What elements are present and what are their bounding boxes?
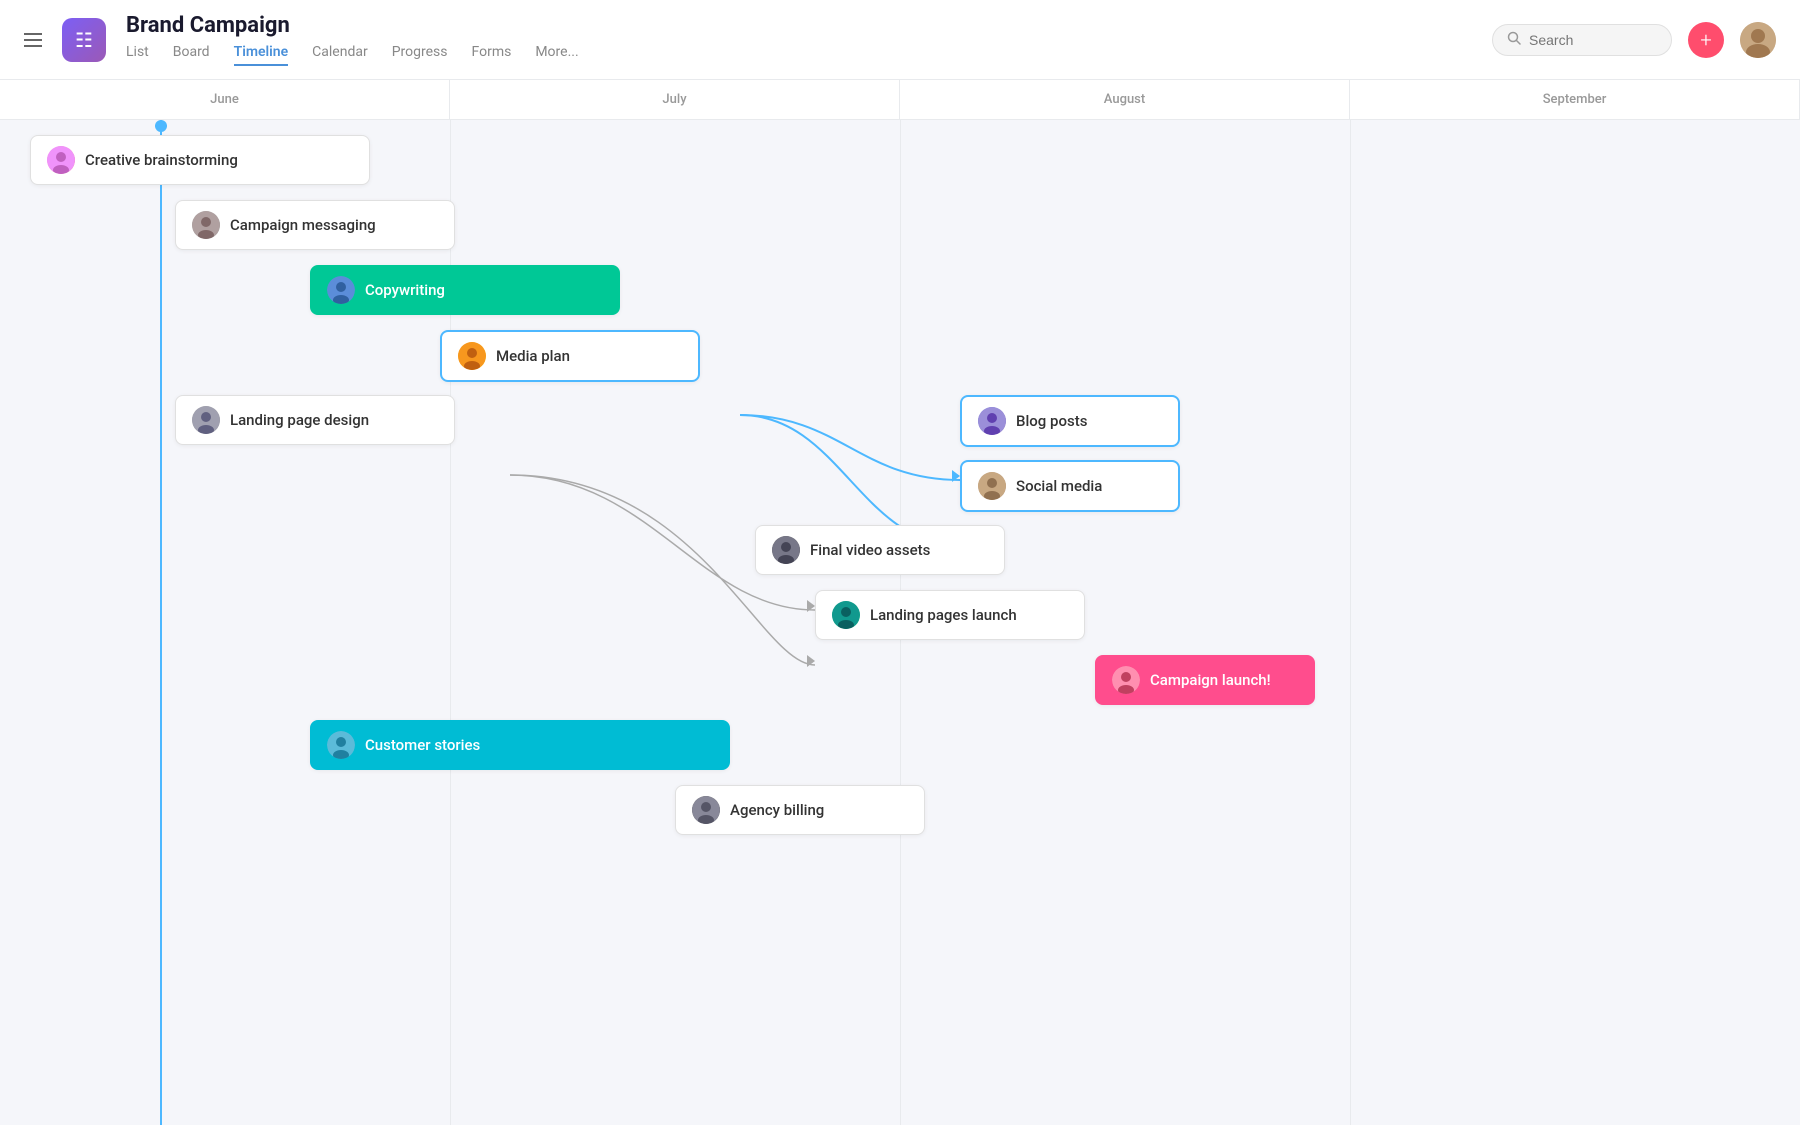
task-campaign-launch[interactable]: Campaign launch!: [1095, 655, 1315, 705]
task-label-landing-pages-launch: Landing pages launch: [870, 606, 1017, 624]
avatar-copywriting: [327, 276, 355, 304]
avatar-landing-pages-launch: [832, 601, 860, 629]
avatar-creative-brainstorming: [47, 146, 75, 174]
task-copywriting[interactable]: Copywriting: [310, 265, 620, 315]
task-campaign-messaging[interactable]: Campaign messaging: [175, 200, 455, 250]
app-icon-symbol: ☷: [75, 28, 93, 52]
task-label-landing-page-design: Landing page design: [230, 411, 369, 429]
tab-calendar[interactable]: Calendar: [312, 44, 368, 66]
tab-forms[interactable]: Forms: [472, 44, 512, 66]
timeline-area: June July August September: [0, 80, 1800, 1125]
month-june: June: [0, 80, 450, 119]
month-august: August: [900, 80, 1350, 119]
avatar-campaign-messaging: [192, 211, 220, 239]
add-button[interactable]: +: [1688, 22, 1724, 58]
task-label-customer-stories: Customer stories: [365, 736, 480, 754]
task-social-media[interactable]: Social media: [960, 460, 1180, 512]
task-label-agency-billing: Agency billing: [730, 801, 824, 819]
avatar-social-media: [978, 472, 1006, 500]
tab-timeline[interactable]: Timeline: [234, 44, 289, 66]
task-final-video-assets[interactable]: Final video assets: [755, 525, 1005, 575]
tab-list[interactable]: List: [126, 44, 149, 66]
avatar-landing-page-design: [192, 406, 220, 434]
month-headers: June July August September: [0, 80, 1800, 120]
task-media-plan[interactable]: Media plan: [440, 330, 700, 382]
nav-tabs: List Board Timeline Calendar Progress Fo…: [126, 44, 1472, 66]
avatar-blog-posts: [978, 407, 1006, 435]
timeline-bar: [160, 120, 162, 1125]
task-label-creative-brainstorming: Creative brainstorming: [85, 151, 238, 169]
task-landing-pages-launch[interactable]: Landing pages launch: [815, 590, 1085, 640]
tab-progress[interactable]: Progress: [392, 44, 448, 66]
month-september: September: [1350, 80, 1800, 119]
user-avatar[interactable]: [1740, 22, 1776, 58]
avatar-agency-billing: [692, 796, 720, 824]
search-input[interactable]: [1529, 32, 1649, 48]
search-icon: [1507, 31, 1521, 49]
task-label-campaign-launch: Campaign launch!: [1150, 671, 1271, 689]
avatar-final-video-assets: [772, 536, 800, 564]
tab-board[interactable]: Board: [173, 44, 210, 66]
task-label-final-video-assets: Final video assets: [810, 541, 930, 559]
app-icon: ☷: [62, 18, 106, 62]
avatar-customer-stories: [327, 731, 355, 759]
project-title: Brand Campaign: [126, 13, 1472, 38]
task-agency-billing[interactable]: Agency billing: [675, 785, 925, 835]
task-customer-stories[interactable]: Customer stories: [310, 720, 730, 770]
header-right: +: [1492, 22, 1776, 58]
task-label-media-plan: Media plan: [496, 347, 570, 365]
avatar-media-plan: [458, 342, 486, 370]
month-july: July: [450, 80, 900, 119]
search-bar[interactable]: [1492, 24, 1672, 56]
header: ☷ Brand Campaign List Board Timeline Cal…: [0, 0, 1800, 80]
title-nav: Brand Campaign List Board Timeline Calen…: [126, 13, 1472, 66]
task-blog-posts[interactable]: Blog posts: [960, 395, 1180, 447]
hamburger-menu[interactable]: [24, 33, 42, 47]
task-label-copywriting: Copywriting: [365, 281, 445, 299]
avatar-campaign-launch: [1112, 666, 1140, 694]
task-label-blog-posts: Blog posts: [1016, 412, 1087, 430]
task-landing-page-design[interactable]: Landing page design: [175, 395, 455, 445]
task-label-social-media: Social media: [1016, 477, 1102, 495]
tab-more[interactable]: More...: [535, 44, 578, 66]
task-label-campaign-messaging: Campaign messaging: [230, 216, 376, 234]
task-creative-brainstorming[interactable]: Creative brainstorming: [30, 135, 370, 185]
grid-line-3: [1350, 120, 1351, 1125]
timeline-indicator-dot: [155, 120, 167, 132]
